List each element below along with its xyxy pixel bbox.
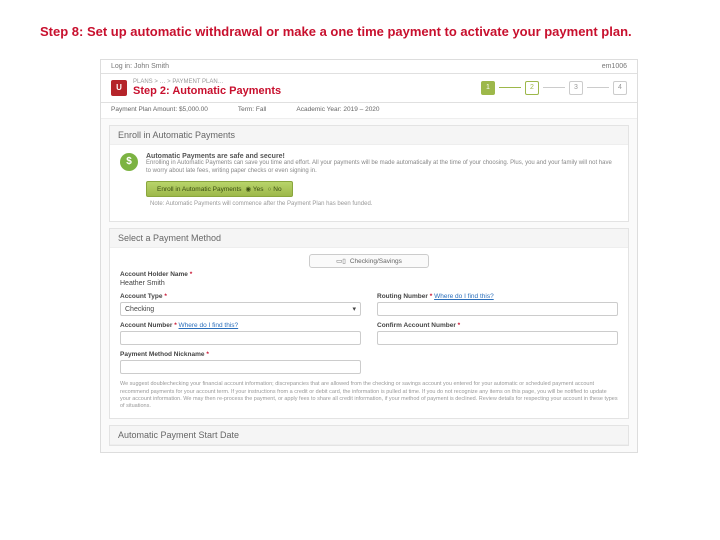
account-help-link[interactable]: Where do I find this? [179, 322, 239, 329]
login-user: Log in: John Smith [111, 63, 169, 70]
start-date-header: Automatic Payment Start Date [110, 426, 628, 445]
header-id: em1006 [602, 63, 627, 70]
enroll-headline: Automatic Payments are safe and secure! [146, 153, 618, 160]
page-title: Step 8: Set up automatic withdrawal or m… [40, 24, 680, 41]
account-holder-value: Heather Smith [120, 280, 361, 287]
progress-step-4: 4 [613, 81, 627, 95]
confirm-account-input[interactable] [377, 331, 618, 345]
routing-help-link[interactable]: Where do I find this? [434, 293, 494, 300]
tab-checking-savings[interactable]: ▭▯ Checking/Savings [309, 254, 429, 268]
account-number-label: Account Number * Where do I find this? [120, 322, 361, 329]
nickname-label: Payment Method Nickname * [120, 351, 361, 358]
enroll-card: Enroll in Automatic Payments $ Automatic… [109, 125, 629, 223]
account-number-input[interactable] [120, 331, 361, 345]
confirm-account-label: Confirm Account Number * [377, 322, 618, 329]
step-title: Step 2: Automatic Payments [133, 85, 281, 97]
enroll-card-header: Enroll in Automatic Payments [110, 126, 628, 145]
brand-icon: U [111, 80, 127, 96]
step-banner: U PLANS > … > PAYMENT PLAN… Step 2: Auto… [101, 74, 637, 103]
routing-number-input[interactable] [377, 302, 618, 316]
bank-icon: ▭▯ [336, 257, 346, 265]
enroll-body-text: Enrolling in Automatic Payments can save… [146, 160, 618, 176]
enroll-note: Note: Automatic Payments will commence a… [150, 201, 608, 207]
dollar-icon: $ [120, 153, 138, 171]
nickname-input[interactable] [120, 360, 361, 374]
payment-disclaimer: We suggest doublechecking your financial… [110, 377, 628, 418]
radio-yes[interactable]: ◉ Yes [246, 185, 264, 193]
progress-step-3: 3 [569, 81, 583, 95]
start-date-card: Automatic Payment Start Date [109, 425, 629, 446]
app-frame: Log in: John Smith em1006 U PLANS > … > … [100, 59, 638, 453]
progress-step-2: 2 [525, 81, 539, 95]
payment-method-header: Select a Payment Method [110, 229, 628, 248]
progress-tracker: 1 2 3 4 [481, 81, 627, 95]
routing-number-label: Routing Number * Where do I find this? [377, 293, 618, 300]
enroll-button[interactable]: Enroll in Automatic Payments ◉ Yes ○ No [146, 181, 293, 197]
header-bar: Log in: John Smith em1006 [101, 60, 637, 74]
account-holder-label: Account Holder Name * [120, 271, 361, 278]
account-type-label: Account Type * [120, 293, 361, 300]
account-type-select[interactable]: Checking ▾ [120, 302, 361, 316]
payment-method-card: Select a Payment Method ▭▯ Checking/Savi… [109, 228, 629, 419]
plan-info-bar: Payment Plan Amount: $5,000.00 Term: Fal… [101, 103, 637, 119]
radio-no[interactable]: ○ No [268, 186, 282, 193]
progress-step-1: 1 [481, 81, 495, 95]
chevron-down-icon: ▾ [352, 305, 356, 313]
